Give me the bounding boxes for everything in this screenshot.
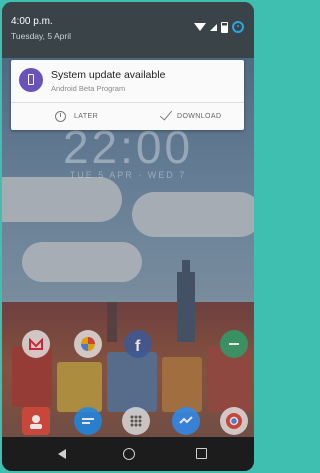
photos-icon[interactable] bbox=[74, 330, 102, 358]
messenger-icon[interactable] bbox=[172, 407, 200, 435]
notification-card[interactable]: System update available Android Beta Pro… bbox=[11, 60, 244, 130]
app-drawer-icon[interactable] bbox=[122, 407, 150, 435]
messaging-icon[interactable] bbox=[220, 330, 248, 358]
device-screen: 22:00 TUE 5 APR · WED 7 f 4:00 p.m. Tues… bbox=[2, 2, 254, 471]
download-label: DOWNLOAD bbox=[177, 112, 222, 120]
account-icon[interactable] bbox=[232, 21, 244, 33]
recents-icon[interactable] bbox=[196, 448, 207, 459]
svg-text:f: f bbox=[135, 338, 141, 355]
back-icon[interactable] bbox=[58, 449, 66, 459]
divider bbox=[11, 102, 244, 103]
check-icon bbox=[159, 107, 173, 121]
home-icon[interactable] bbox=[123, 448, 135, 460]
notification-subtitle: Android Beta Program bbox=[51, 84, 126, 93]
status-bar-shade: 4:00 p.m. Tuesday, 5 April bbox=[2, 2, 254, 58]
lockscreen-date: TUE 5 APR · WED 7 bbox=[69, 170, 187, 180]
system-update-icon bbox=[19, 68, 43, 92]
navigation-bar bbox=[2, 437, 254, 471]
hangouts-icon[interactable] bbox=[74, 407, 102, 435]
later-label: LATER bbox=[74, 112, 99, 120]
contacts-icon[interactable] bbox=[22, 407, 50, 435]
signal-icon bbox=[210, 23, 217, 31]
later-button[interactable]: LATER bbox=[55, 108, 98, 124]
battery-icon bbox=[221, 21, 228, 33]
status-date: Tuesday, 5 April bbox=[11, 31, 72, 41]
status-icons bbox=[194, 21, 244, 33]
chrome-icon[interactable] bbox=[220, 407, 248, 435]
notification-title: System update available bbox=[51, 69, 166, 81]
clock-icon bbox=[55, 110, 66, 122]
gmail-icon[interactable] bbox=[22, 330, 50, 358]
facebook-icon[interactable]: f bbox=[124, 330, 152, 358]
status-time: 4:00 p.m. bbox=[11, 16, 53, 27]
download-button[interactable]: DOWNLOAD bbox=[159, 107, 222, 124]
wifi-icon bbox=[194, 23, 206, 31]
